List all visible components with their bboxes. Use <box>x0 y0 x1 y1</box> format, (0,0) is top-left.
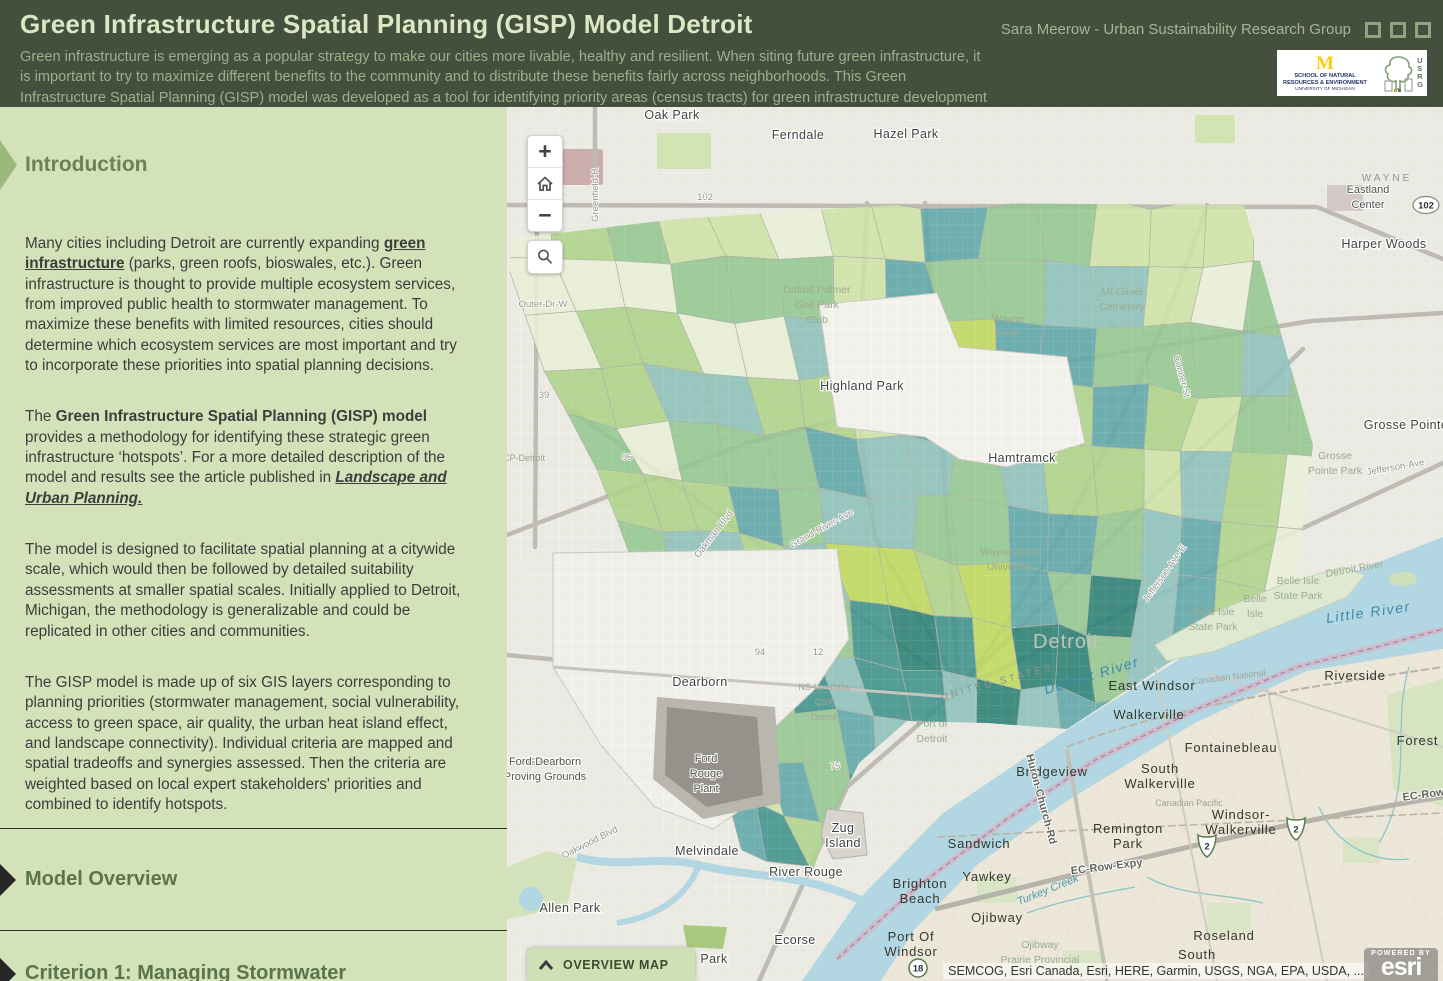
collapsed-section-arrow-icon <box>0 864 16 896</box>
logo-line3: UNIVERSITY OF MICHIGAN <box>1281 87 1369 92</box>
text-segment: Green Infrastructure Spatial Planning (G… <box>56 408 427 425</box>
svg-text:2: 2 <box>1293 825 1298 836</box>
map-label: Harper Woods <box>1341 237 1426 251</box>
svg-text:18: 18 <box>913 964 924 975</box>
map-label: 75 <box>830 761 841 772</box>
text-segment: (parks, green roofs, bioswales, etc.). G… <box>25 255 457 374</box>
page-title: Green Infrastructure Spatial Planning (G… <box>20 9 994 40</box>
map-label: Ecorse <box>774 933 815 947</box>
header-right: Sara Meerow - Urban Sustainability Resea… <box>994 0 1443 107</box>
logo-line1: SCHOOL OF NATURAL <box>1281 74 1369 80</box>
introduction-body: Many cities including Detroit are curren… <box>0 234 507 815</box>
esri-logo[interactable]: POWERED BY esri <box>1364 948 1438 981</box>
sidebar: Introduction Many cities including Detro… <box>0 107 507 981</box>
um-block-m-icon: M <box>1316 53 1334 74</box>
university-logo: M SCHOOL OF NATURAL RESOURCES & ENVIRONM… <box>1277 50 1427 96</box>
share-icon-3[interactable] <box>1415 22 1431 38</box>
map-label: Park <box>700 952 728 966</box>
map-label: Detroit <box>1033 631 1099 653</box>
map-label: Highland Park <box>820 379 904 393</box>
map-label: Sandwich <box>948 836 1011 851</box>
collapsed-section-arrow-icon <box>0 958 16 981</box>
map-label: East Windsor <box>1109 678 1196 693</box>
search-icon <box>536 248 554 266</box>
zoom-control: + − <box>527 135 563 232</box>
home-button[interactable] <box>528 168 562 200</box>
intro-paragraph: The model is designed to facilitate spat… <box>25 540 467 642</box>
share-icon-2[interactable] <box>1390 22 1406 38</box>
map-label: 94 <box>755 647 766 658</box>
usrg-tree-icon <box>1381 53 1415 93</box>
tab-model-overview[interactable]: Model Overview <box>0 828 507 930</box>
active-section-arrow-icon <box>0 140 17 190</box>
intro-paragraph: Many cities including Detroit are curren… <box>25 234 467 376</box>
map-label: 12 <box>813 647 824 658</box>
map-label: 96 <box>622 452 633 463</box>
map-label: Port OfWindsor <box>884 929 937 959</box>
map-label: Ojibway <box>971 910 1023 925</box>
share-icon-1[interactable] <box>1365 22 1381 38</box>
plus-icon: + <box>538 140 551 163</box>
text-segment: Many cities including Detroit are curren… <box>25 235 384 252</box>
svg-text:2: 2 <box>1204 842 1209 853</box>
chevron-up-icon <box>538 959 554 971</box>
map-label: Greenfield-R <box>590 168 601 222</box>
basemap-svg[interactable]: Oak ParkFerndaleHazel ParkWAYNEEastlandC… <box>507 107 1443 981</box>
share-icons <box>1365 22 1431 38</box>
home-icon <box>536 175 554 193</box>
map-label: South <box>1178 947 1216 962</box>
tab-introduction[interactable]: Introduction <box>0 140 507 190</box>
section-title: Introduction <box>25 153 147 177</box>
map-label: Allen Park <box>540 901 601 915</box>
text-segment: The GISP model is made up of six GIS lay… <box>25 674 459 813</box>
map-attribution: SEMCOG, Esri Canada, Esri, HERE, Garmin,… <box>943 963 1369 979</box>
app-header: Green Infrastructure Spatial Planning (G… <box>0 0 1443 107</box>
map-label: Forest Gla <box>1397 733 1443 748</box>
map-label: WAYNE <box>1362 173 1413 184</box>
map-label: Outer-Dr-W <box>518 299 567 310</box>
map-label: Yawkey <box>962 869 1011 884</box>
section-label: Model Overview <box>25 868 177 891</box>
section-introduction: Introduction Many cities including Detro… <box>0 140 507 828</box>
app-window: Green Infrastructure Spatial Planning (G… <box>0 0 1443 981</box>
map-label: Walkerville <box>1113 707 1184 722</box>
map-label: Windsor-Walkerville <box>1205 807 1276 837</box>
map-label: Fontainebleau <box>1185 740 1278 755</box>
text-segment: The <box>25 408 56 425</box>
map-label: 102 <box>697 192 713 203</box>
map-label: 39 <box>539 390 550 401</box>
map-label: CP-Detroit <box>507 453 545 463</box>
um-snre-logo: M SCHOOL OF NATURAL RESOURCES & ENVIRONM… <box>1281 54 1369 92</box>
overview-map-button[interactable]: OVERVIEW MAP <box>527 948 695 981</box>
map-label: Roseland <box>1193 928 1254 943</box>
map-label: Riverside <box>1324 668 1385 683</box>
usrg-letters: USRG <box>1417 57 1423 89</box>
overview-map-label: OVERVIEW MAP <box>563 958 669 972</box>
map-label: Melvindale <box>675 844 739 858</box>
intro-paragraph: The Green Infrastructure Spatial Plannin… <box>25 407 467 509</box>
section-label: Criterion 1: Managing Stormwater <box>25 962 346 981</box>
account-name: Sara Meerow - Urban Sustainability Resea… <box>1001 21 1351 38</box>
esri-wordmark: esri <box>1371 957 1431 978</box>
map-label: Hazel Park <box>873 127 938 141</box>
map-label: BrightonBeach <box>893 876 948 906</box>
map-label: Oak Park <box>644 108 700 122</box>
map-label: Grosse Pointe <box>1364 418 1443 432</box>
search-button[interactable] <box>527 240 563 274</box>
svg-text:102: 102 <box>1418 201 1434 212</box>
minus-icon: − <box>538 204 551 227</box>
intro-paragraph: The GISP model is made up of six GIS lay… <box>25 673 467 815</box>
zoom-in-button[interactable]: + <box>528 136 562 168</box>
map-canvas[interactable]: Oak ParkFerndaleHazel ParkWAYNEEastlandC… <box>507 107 1443 981</box>
tab-criterion-1[interactable]: Criterion 1: Managing Stormwater <box>0 930 507 981</box>
map-label: River Rouge <box>769 865 843 879</box>
zoom-out-button[interactable]: − <box>528 200 562 231</box>
map-label: Ferndale <box>772 128 825 142</box>
text-segment: The model is designed to facilitate spat… <box>25 541 460 639</box>
header-text-block: Green Infrastructure Spatial Planning (G… <box>0 0 994 107</box>
route-shield-icon: 18 <box>909 959 927 977</box>
map-label: Hamtramck <box>988 451 1056 465</box>
route-shield-icon: 102 <box>1413 197 1439 214</box>
map-label: Dearborn <box>672 675 727 689</box>
